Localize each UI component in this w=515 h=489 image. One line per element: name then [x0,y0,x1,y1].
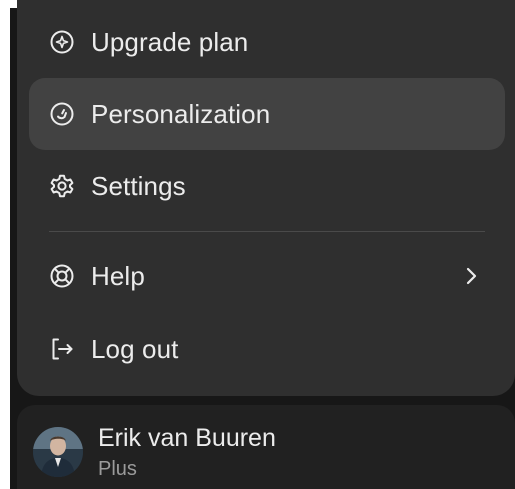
menu-item-log-out[interactable]: Log out [29,313,505,385]
upgrade-sparkle-icon [49,29,75,55]
gear-icon [49,173,75,199]
screen: Upgrade plan Personalization Settings He… [0,0,515,489]
menu-item-label: Help [91,260,145,291]
menu-item-personalization[interactable]: Personalization [29,78,505,150]
logout-icon [49,336,75,362]
menu-item-upgrade-plan[interactable]: Upgrade plan [29,6,505,78]
lifebuoy-icon [49,263,75,289]
menu-divider [49,231,485,232]
user-profile-button[interactable]: Erik van Buuren Plus [17,405,515,489]
personalization-icon [49,101,75,127]
user-name: Erik van Buuren [98,424,276,452]
chevron-right-icon [459,264,483,288]
menu-item-help[interactable]: Help [29,240,505,312]
menu-item-label: Personalization [91,98,271,129]
menu-item-label: Log out [91,333,179,364]
menu-item-label: Upgrade plan [91,26,249,57]
user-plan: Plus [98,458,137,480]
menu-item-label: Settings [91,170,186,201]
account-menu: Upgrade plan Personalization Settings He… [17,0,515,396]
user-avatar [33,427,83,477]
menu-item-settings[interactable]: Settings [29,150,505,222]
